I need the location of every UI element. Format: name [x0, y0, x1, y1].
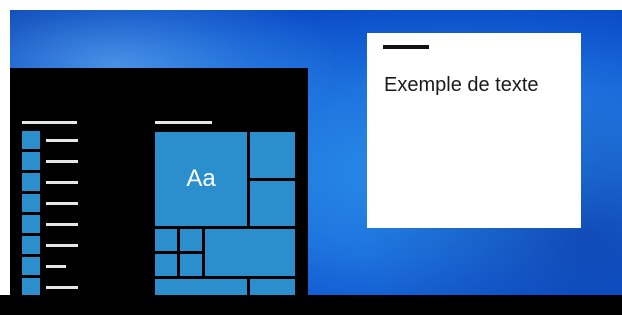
wide-tile[interactable]: [205, 229, 295, 276]
sample-text: Exemple de texte: [384, 74, 539, 96]
small-tile[interactable]: [155, 254, 177, 276]
screenshot-frame: Exemple de texte Aa: [0, 0, 622, 315]
app-label-placeholder: [46, 181, 78, 184]
app-icon: [22, 194, 40, 212]
app-label-placeholder: [46, 160, 78, 163]
app-label-placeholder: [46, 139, 78, 142]
text-window-title-placeholder: [383, 45, 429, 49]
app-label-placeholder: [46, 202, 78, 205]
text-preview-window: Exemple de texte: [367, 33, 581, 228]
app-list-heading-placeholder: [22, 121, 77, 124]
app-icon: [22, 236, 40, 254]
wide-tile[interactable]: [155, 279, 247, 295]
app-list-item[interactable]: [22, 131, 102, 149]
app-list-item[interactable]: [22, 236, 102, 254]
app-list-item[interactable]: [22, 215, 102, 233]
app-icon: [22, 152, 40, 170]
tiles-heading-placeholder: [155, 121, 212, 124]
app-icon: [22, 278, 40, 296]
taskbar: [0, 295, 622, 315]
app-icon: [22, 173, 40, 191]
app-label-placeholder: [46, 244, 78, 247]
app-list-item[interactable]: [22, 173, 102, 191]
small-tile[interactable]: [155, 229, 177, 251]
small-tile[interactable]: [180, 229, 202, 251]
app-label-placeholder: [46, 265, 66, 268]
tile-label: Aa: [186, 165, 216, 192]
app-icon: [22, 257, 40, 275]
app-icon: [22, 215, 40, 233]
app-label-placeholder: [46, 286, 78, 289]
primary-tile[interactable]: Aa: [155, 132, 247, 226]
tile[interactable]: [250, 181, 295, 226]
app-list-item[interactable]: [22, 257, 102, 275]
app-list-item[interactable]: [22, 194, 102, 212]
start-menu: Aa: [10, 68, 308, 296]
app-list-item[interactable]: [22, 152, 102, 170]
app-list-item[interactable]: [22, 278, 102, 296]
app-label-placeholder: [46, 223, 78, 226]
tile[interactable]: [250, 279, 295, 295]
app-icon: [22, 131, 40, 149]
tile[interactable]: [250, 132, 295, 178]
small-tile[interactable]: [180, 254, 202, 276]
